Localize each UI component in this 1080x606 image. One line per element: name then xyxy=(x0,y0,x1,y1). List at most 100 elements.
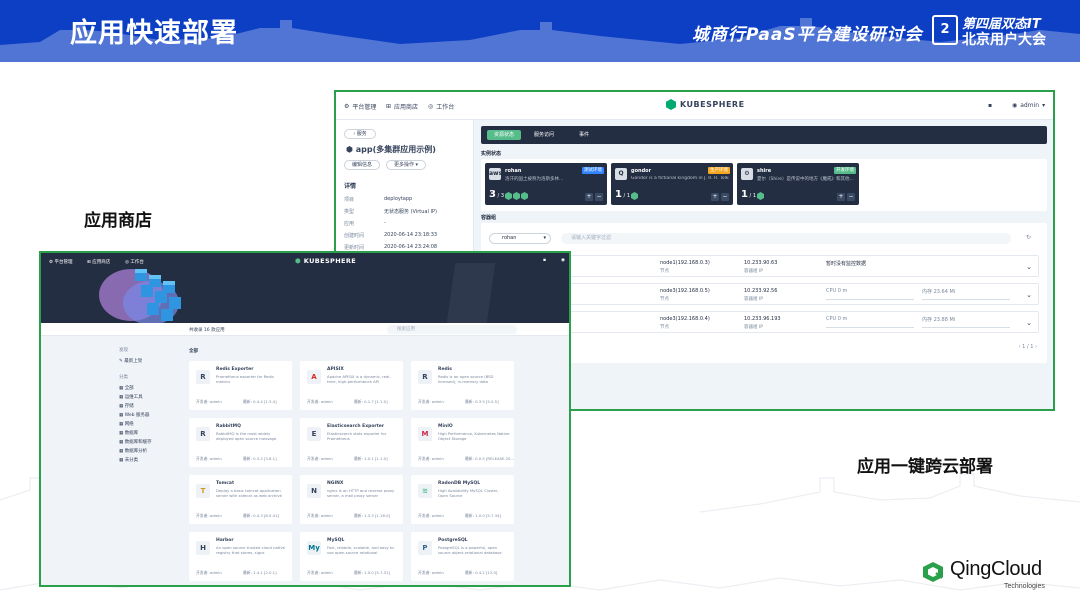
user-icon[interactable]: ◉ xyxy=(561,258,565,263)
store-toolbar: 共收录 16 款应用 搜索应用 xyxy=(41,323,569,336)
app-card[interactable]: T Tomcat Deploy a basic tomcat application… xyxy=(189,475,292,524)
expand-chevron-icon[interactable]: ⌄ xyxy=(1026,319,1032,327)
side-item-all[interactable]: ▦ 全部 xyxy=(119,385,134,391)
back-button[interactable]: ‹ 服务 xyxy=(344,129,376,139)
app-card[interactable]: E Elasticsearch Exporter Elasticsearch sta… xyxy=(300,418,403,467)
tab-resource-status[interactable]: 资源状态 xyxy=(487,130,521,140)
app-icon: A xyxy=(307,370,321,384)
app-card[interactable]: R Redis Redis is an open source (BSD licen… xyxy=(411,361,514,410)
side-group-category: 分类 xyxy=(119,375,128,380)
app-description: Fast, reliable, scalable, and easy to us… xyxy=(327,545,394,555)
instance-status-panel: aws rohan 测试环境 洛汗的国土被称为洛斯多林… 3 / 3 + − Q … xyxy=(481,159,1047,211)
nav-workbench[interactable]: ◎ 工作台 xyxy=(125,259,144,265)
app-count: 共收录 16 款应用 xyxy=(189,328,225,333)
kubesphere-logo: KUBESPHERE xyxy=(666,99,745,110)
expand-chevron-icon[interactable]: ⌄ xyxy=(1026,291,1032,299)
platform-icon: ⚙ xyxy=(344,103,350,110)
nav-workbench[interactable]: ◎ 工作台 xyxy=(428,102,454,111)
app-icon: N xyxy=(307,484,321,498)
app-name: MySQL xyxy=(327,538,345,543)
app-card[interactable]: My MySQL Fast, reliable, scalable, and eas… xyxy=(300,532,403,581)
side-item-latest[interactable]: ✎ 最新上架 xyxy=(119,358,142,364)
scale-down-button[interactable]: − xyxy=(847,193,855,201)
nav-platform[interactable]: ⚙ 平台管理 xyxy=(49,259,72,265)
slide-title: 应用快速部署 xyxy=(70,18,238,49)
app-icon: M xyxy=(418,427,432,441)
more-actions-button[interactable]: 更多操作 ▾ xyxy=(386,160,426,170)
app-search-input[interactable]: 搜索应用 xyxy=(387,325,517,334)
app-meta: 开发者: admin 最新: 0.4.3 [8.5.41] xyxy=(196,513,279,518)
app-meta: 开发者: admin 最新: 0.3.2 [3.8.1] xyxy=(196,456,277,461)
app-description: An open source trusted cloud native regi… xyxy=(216,545,285,555)
app-store-banner: ⚙ 平台管理 ⊞ 应用商店 ◎ 工作台 ⬢ KUBESPHERE ▪ ◉ xyxy=(41,253,569,323)
cluster-select[interactable]: rohan ▾ xyxy=(489,233,551,244)
env-tag: 生产环境 xyxy=(708,167,730,174)
pod-row[interactable]: … node3(192.168.0.5) 节点 10.233.92.56 容器组… xyxy=(489,283,1039,305)
nav-app-store[interactable]: ⊞ 应用商店 xyxy=(386,102,418,111)
app-meta: 开发者: admin 最新: 1.0.0 [5.7.31] xyxy=(307,570,390,575)
app-meta: 开发者: admin 最新: 0.4.4 [1.3.4] xyxy=(196,399,277,404)
tools-icon[interactable]: ▪ xyxy=(543,258,546,263)
side-item-devops[interactable]: ▦ 运维工具 xyxy=(119,394,143,400)
side-item-db-analytics[interactable]: ▦ 数据库分析 xyxy=(119,448,147,454)
app-card[interactable]: H Harbor An open source trusted cloud nati… xyxy=(189,532,292,581)
side-item-database[interactable]: ▦ 数据库 xyxy=(119,430,138,436)
detail-app: 应用 - xyxy=(344,220,386,227)
nav-platform[interactable]: ⚙ 平台管理 xyxy=(344,102,376,111)
instance-status-heading: 实例状态 xyxy=(481,151,502,157)
side-item-storage[interactable]: ▦ 存储 xyxy=(119,403,134,409)
side-item-db-cache[interactable]: ▦ 数据库和缓存 xyxy=(119,439,152,445)
brand-name: QingCloud xyxy=(950,558,1042,580)
scale-up-button[interactable]: + xyxy=(585,193,593,201)
event-logo: 2 xyxy=(932,15,958,45)
app-card[interactable]: N NGINX nginx is an HTTP and reverse proxy… xyxy=(300,475,403,524)
app-icon: R xyxy=(418,370,432,384)
scale-down-button[interactable]: − xyxy=(721,193,729,201)
app-meta: 开发者: admin 最新: 0.1.7 [1.1.0] xyxy=(307,399,388,404)
side-item-uncategorized[interactable]: ▦ 未分类 xyxy=(119,457,138,463)
app-name: APISIX xyxy=(327,367,344,372)
user-menu[interactable]: ◉ admin ▾ xyxy=(1012,102,1045,109)
pod-row[interactable]: … node1(192.168.0.3) 节点 10.233.90.63 容器组… xyxy=(489,255,1039,277)
app-icon: H xyxy=(196,541,210,555)
scale-up-button[interactable]: + xyxy=(837,193,845,201)
caption-multicloud-deploy: 应用一键跨云部署 xyxy=(857,457,993,477)
scale-down-button[interactable]: − xyxy=(595,193,603,201)
instance-card-gondor[interactable]: Q gondor 生产环境 Gondor is a fictional king… xyxy=(611,163,733,205)
tools-icon[interactable]: ▪ xyxy=(988,102,992,109)
app-card[interactable]: R RabbitMQ RabbitMQ is the most widely dep… xyxy=(189,418,292,467)
app-card[interactable]: M MinIO High Performance, Kubernetes Nativ… xyxy=(411,418,514,467)
app-icon: ≋ xyxy=(418,484,432,498)
app-card[interactable]: R Redis Exporter Prometheus exporter for R… xyxy=(189,361,292,410)
app-card[interactable]: A APISIX Apache APISIX is a dynamic, real-… xyxy=(300,361,403,410)
tab-events[interactable]: 事件 xyxy=(569,130,599,140)
app-card[interactable]: P PostgreSQL PostgreSQL is a powerful, ope… xyxy=(411,532,514,581)
app-card[interactable]: ≋ RadonDB MySQL High Availability MySQL Cl… xyxy=(411,475,514,524)
chevron-down-icon: ▾ xyxy=(543,235,546,241)
scale-up-button[interactable]: + xyxy=(711,193,719,201)
store-top-bar: ⚙ 平台管理 ⊞ 应用商店 ◎ 工作台 ⬢ KUBESPHERE ▪ ◉ xyxy=(41,253,569,271)
expand-chevron-icon[interactable]: ⌄ xyxy=(1026,263,1032,271)
pod-cubes xyxy=(631,192,638,200)
service-icon: ⬢ xyxy=(346,145,353,154)
app-icon: P xyxy=(418,541,432,555)
pod-search-input[interactable]: 请输入关键字过滤 xyxy=(561,233,1011,244)
instance-card-shire[interactable]: ⚙ shire 开发环境 夏尔（Shire）是传说中的地方《魔戒》和其他… 1 … xyxy=(737,163,859,205)
kubernetes-icon: ⚙ xyxy=(741,168,753,180)
refresh-icon[interactable]: ↻ xyxy=(1026,234,1031,241)
pagination[interactable]: ‹ 1 / 1 › xyxy=(1019,344,1037,350)
pod-row[interactable]: … node3(192.168.0.4) 节点 10.233.96.193 容器… xyxy=(489,311,1039,333)
nav-app-store[interactable]: ⊞ 应用商店 xyxy=(87,259,110,265)
app-name: Redis xyxy=(438,367,452,372)
app-icon: R xyxy=(196,427,210,441)
app-description: High Performance, Kubernetes Native Obje… xyxy=(438,431,510,441)
store-icon: ⊞ xyxy=(386,103,392,110)
edit-info-button[interactable]: 编辑信息 xyxy=(344,160,380,170)
side-item-web-server[interactable]: ▦ Web 服务器 xyxy=(119,412,149,418)
app-meta: 开发者: admin 最新: 0.4.2 [12.0] xyxy=(418,570,498,575)
side-item-network[interactable]: ▦ 网络 xyxy=(119,421,134,427)
env-tag: 测试环境 xyxy=(582,167,604,174)
user-icon: ◉ xyxy=(1012,102,1018,109)
tab-service-access[interactable]: 服务访问 xyxy=(527,130,561,140)
instance-card-rohan[interactable]: aws rohan 测试环境 洛汗的国土被称为洛斯多林… 3 / 3 + − xyxy=(485,163,607,205)
